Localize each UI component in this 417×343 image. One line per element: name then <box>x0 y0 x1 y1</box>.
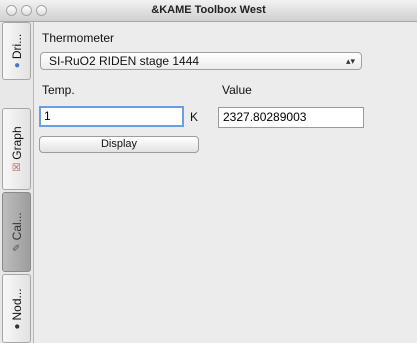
tab-nodes[interactable]: ● Nod... <box>2 274 31 343</box>
value-field[interactable]: 2327.80289003 <box>218 107 364 128</box>
tab-calibration[interactable]: ✎ Cal... <box>2 192 31 272</box>
thermometer-label: Thermometer <box>42 31 115 45</box>
select-updown-icon: ▴▾ <box>345 56 355 66</box>
window-title: &KAME Toolbox West <box>151 4 266 16</box>
thermometer-select[interactable]: SI-RuO2 RIDEN stage 1444 ▴▾ <box>40 52 362 70</box>
tab-drivers-label: Dri... <box>9 33 24 60</box>
calibration-icon: ✎ <box>11 243 22 252</box>
driver-icon: ● <box>11 62 22 69</box>
display-button[interactable]: Display <box>39 136 199 153</box>
app-window: &KAME Toolbox West ● Dri... ☒ Graph ✎ Ca… <box>0 0 417 343</box>
tab-graph-label: Graph <box>9 126 24 160</box>
thermometer-selected-value: SI-RuO2 RIDEN stage 1444 <box>49 54 200 68</box>
tab-nodes-label: Nod... <box>9 287 24 320</box>
value-label: Value <box>222 83 252 97</box>
graph-icon: ☒ <box>11 162 22 172</box>
tab-drivers[interactable]: ● Dri... <box>2 22 31 80</box>
temp-label: Temp. <box>42 83 75 97</box>
title-bar: &KAME Toolbox West <box>0 0 417 22</box>
tab-calibration-label: Cal... <box>9 212 24 241</box>
side-tab-bar: ● Dri... ☒ Graph ✎ Cal... ● Nod... <box>0 22 34 343</box>
temp-input[interactable]: 1 <box>39 106 184 127</box>
tab-graph[interactable]: ☒ Graph <box>2 108 31 190</box>
calibration-panel: Thermometer SI-RuO2 RIDEN stage 1444 ▴▾ … <box>34 22 417 343</box>
node-icon: ● <box>11 322 22 330</box>
temp-unit-label: K <box>190 110 199 124</box>
